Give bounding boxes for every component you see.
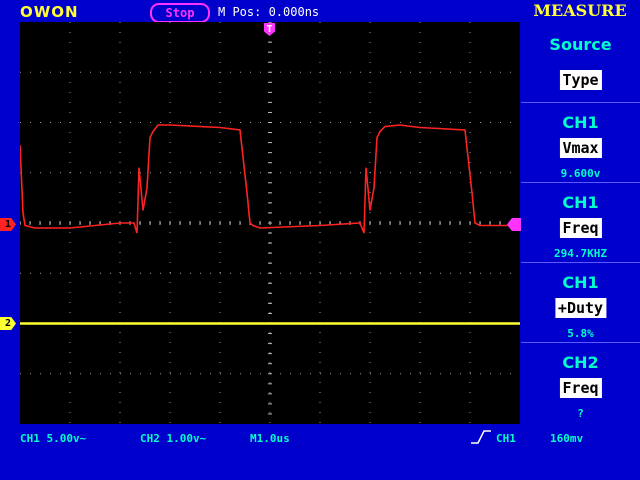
graticule <box>20 22 520 424</box>
ch2-ground-marker[interactable]: 2 <box>0 317 16 330</box>
trigger-level-readout: 160mv <box>550 432 584 445</box>
measure-value: ? <box>577 407 584 420</box>
trigger-marker-label: T <box>266 24 273 35</box>
measure-cell-ch1-freq[interactable]: CH1 Freq 294.7KHZ <box>521 182 640 262</box>
measure-item-button[interactable]: Freq <box>559 218 602 238</box>
measure-item-button[interactable]: Vmax <box>559 138 602 158</box>
measure-cell-heading: CH1 <box>562 193 599 212</box>
waveform-svg <box>20 22 520 424</box>
measure-cell-heading: CH2 <box>562 353 599 372</box>
timebase-readout: M1.0us <box>250 432 290 445</box>
measure-cell-heading: CH1 <box>562 113 599 132</box>
waveform-display <box>20 22 520 424</box>
trigger-source-readout: CH1 <box>496 432 516 445</box>
measure-value: 5.8% <box>567 327 594 340</box>
ch2-scale-readout: CH2 1.00v~ <box>140 432 207 445</box>
run-status-button[interactable]: Stop <box>150 3 210 23</box>
measure-panel: Source Type CH1 Vmax 9.600v CH1 Freq 294… <box>521 22 640 424</box>
measure-cell-ch1-vmax[interactable]: CH1 Vmax 9.600v <box>521 102 640 182</box>
ch1-ground-marker[interactable]: 1 <box>0 218 16 231</box>
measure-value: 294.7KHZ <box>554 247 607 260</box>
ch1-marker-label: 1 <box>4 219 12 230</box>
rising-edge-icon <box>471 430 491 444</box>
measure-item-button[interactable]: Freq <box>559 378 602 398</box>
brand-logo: OWON <box>20 3 79 21</box>
measure-type-button[interactable]: Type <box>559 70 602 90</box>
measure-item-button[interactable]: +Duty <box>554 298 607 318</box>
measure-cell-ch2-freq[interactable]: CH2 Freq ? <box>521 342 640 422</box>
ch2-marker-label: 2 <box>4 318 12 329</box>
measure-cell-source[interactable]: Source Type <box>521 22 640 101</box>
trace-ch1 <box>20 124 520 234</box>
measure-value: 9.600v <box>560 167 601 180</box>
horizontal-position-readout: M Pos: 0.000ns <box>218 5 320 19</box>
measure-cell-heading: CH1 <box>562 273 599 292</box>
measure-cell-heading: Source <box>549 35 612 54</box>
measure-menu-title: MEASURE <box>533 1 627 20</box>
ch1-scale-readout: CH1 5.00v~ <box>20 432 87 445</box>
measure-cell-ch1-duty[interactable]: CH1 +Duty 5.8% <box>521 262 640 342</box>
